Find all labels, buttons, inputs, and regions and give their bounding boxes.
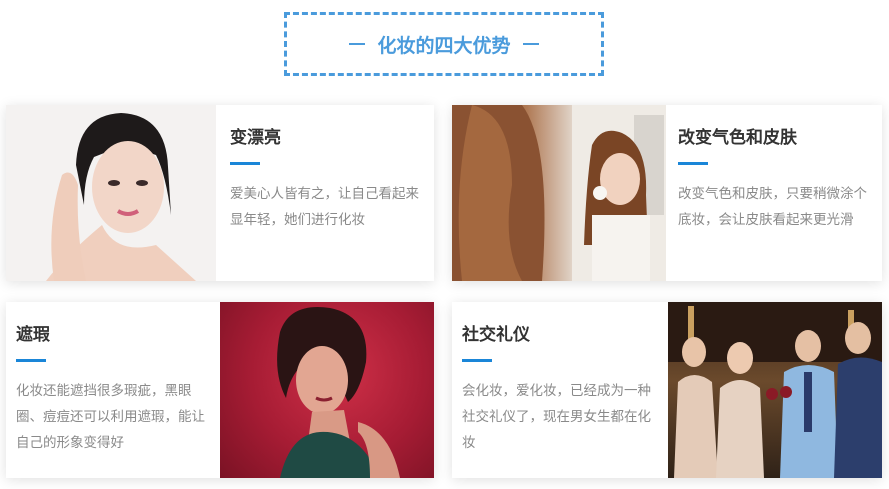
people-toasting-image bbox=[668, 302, 882, 478]
card-description: 化妆还能遮挡很多瑕疵，黑眼圈、痘痘还可以利用遮瑕，能让自己的形象变得好 bbox=[16, 383, 205, 451]
card-text: 社交礼仪 会化妆，爱化妆，已经成为一种社交礼仪了，现在男女生都在化妆 bbox=[452, 302, 668, 478]
card-description: 会化妆，爱化妆，已经成为一种社交礼仪了，现在男女生都在化妆 bbox=[462, 383, 651, 451]
card-text: 变漂亮 爱美心人皆有之，让自己看起来显年轻，她们进行化妆 bbox=[220, 105, 434, 281]
section-title-box: 化妆的四大优势 bbox=[284, 12, 604, 76]
title-underline bbox=[678, 162, 708, 165]
advantage-card-complexion[interactable]: 改变气色和皮肤 改变气色和皮肤，只要稍微涂个底妆，会让皮肤看起来更光滑 bbox=[452, 105, 882, 281]
card-title: 变漂亮 bbox=[230, 128, 281, 148]
card-description: 改变气色和皮肤，只要稍微涂个底妆，会让皮肤看起来更光滑 bbox=[678, 186, 867, 228]
card-title: 改变气色和皮肤 bbox=[678, 128, 797, 148]
card-title: 遮瑕 bbox=[16, 325, 50, 345]
woman-red-background-image bbox=[220, 302, 434, 478]
card-description: 爱美心人皆有之，让自己看起来显年轻，她们进行化妆 bbox=[230, 186, 419, 228]
advantage-card-concealer[interactable]: 遮瑕 化妆还能遮挡很多瑕疵，黑眼圈、痘痘还可以利用遮瑕，能让自己的形象变得好 bbox=[6, 302, 434, 478]
card-text: 改变气色和皮肤 改变气色和皮肤，只要稍微涂个底妆，会让皮肤看起来更光滑 bbox=[668, 105, 882, 281]
title-underline bbox=[230, 162, 260, 165]
card-title: 社交礼仪 bbox=[462, 325, 530, 345]
woman-portrait-image bbox=[6, 105, 216, 281]
title-dash-right bbox=[522, 43, 539, 45]
title-underline bbox=[462, 359, 492, 362]
woman-applying-makeup-image bbox=[452, 105, 666, 281]
title-underline bbox=[16, 359, 46, 362]
title-dash-left bbox=[349, 43, 366, 45]
section-title: 化妆的四大优势 bbox=[377, 34, 511, 57]
advantage-card-beauty[interactable]: 变漂亮 爱美心人皆有之，让自己看起来显年轻，她们进行化妆 bbox=[6, 105, 434, 281]
advantage-card-social[interactable]: 社交礼仪 会化妆，爱化妆，已经成为一种社交礼仪了，现在男女生都在化妆 bbox=[452, 302, 882, 478]
card-text: 遮瑕 化妆还能遮挡很多瑕疵，黑眼圈、痘痘还可以利用遮瑕，能让自己的形象变得好 bbox=[6, 302, 220, 478]
